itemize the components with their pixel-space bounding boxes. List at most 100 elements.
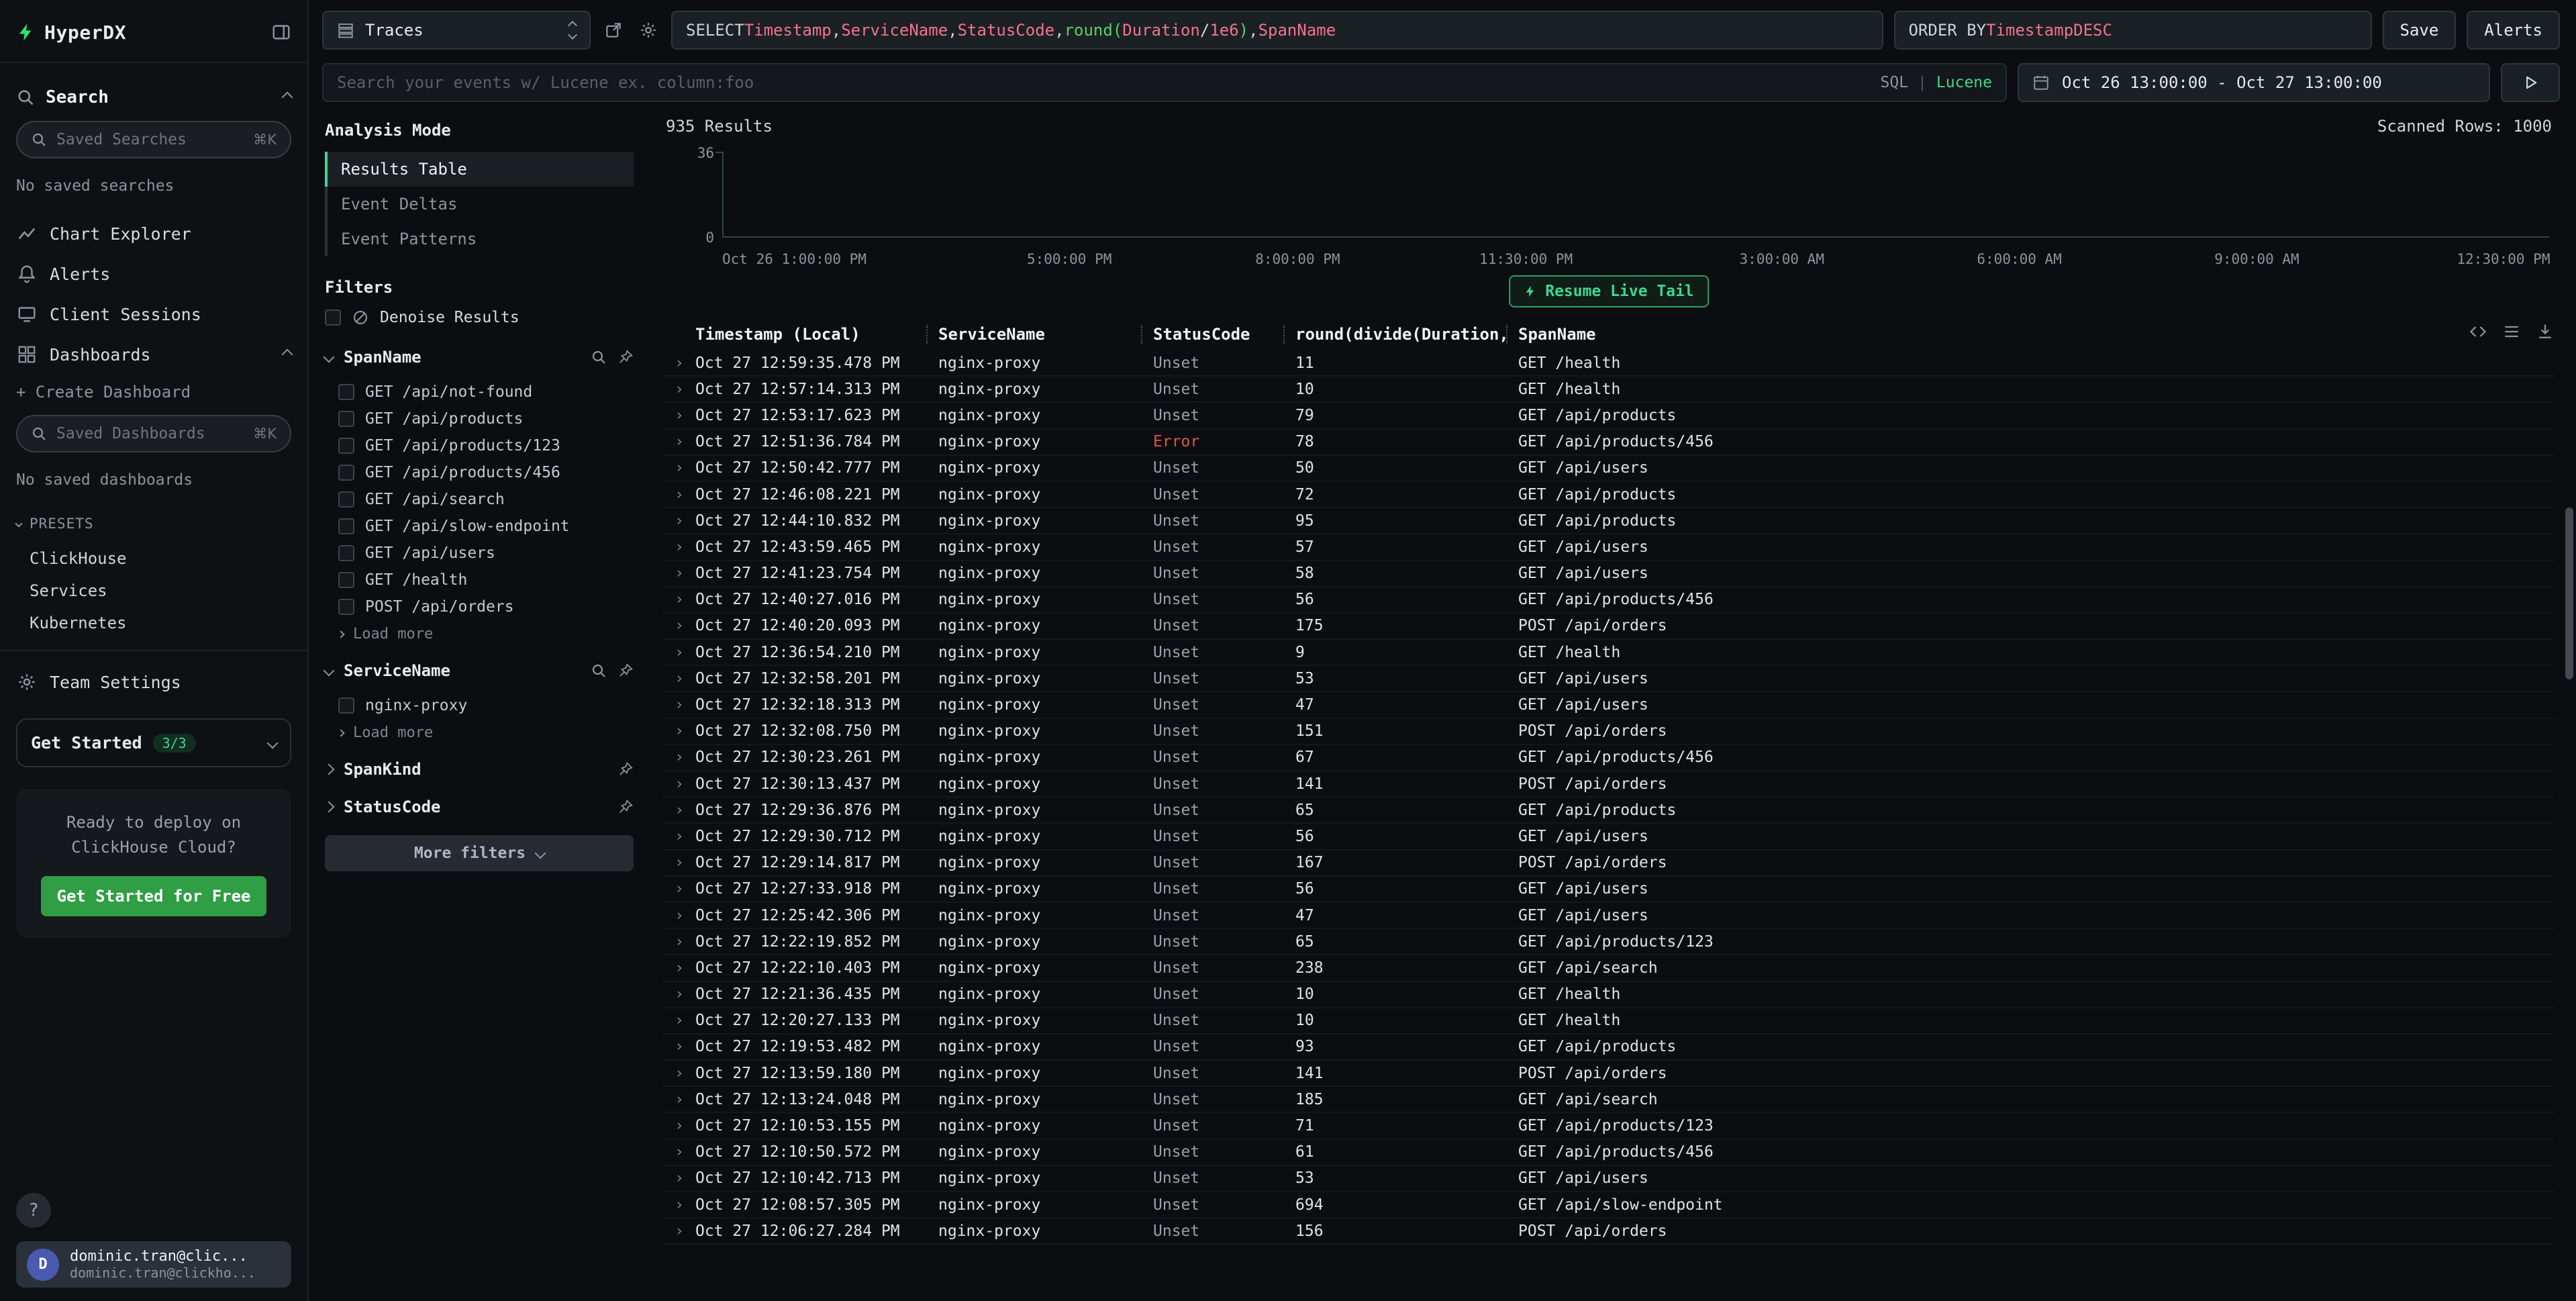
source-select[interactable]: Traces bbox=[322, 11, 591, 50]
table-row[interactable]: ›Oct 27 12:08:57.305 PMnginx-proxyUnset6… bbox=[663, 1192, 2555, 1218]
sidebar-item-search[interactable]: Search bbox=[16, 87, 291, 107]
pin-icon[interactable] bbox=[617, 799, 634, 815]
table-row[interactable]: ›Oct 27 12:53:17.623 PMnginx-proxyUnset7… bbox=[663, 403, 2555, 429]
row-expand-icon[interactable]: › bbox=[663, 1222, 695, 1240]
user-menu[interactable]: D dominic.tran@clic... dominic.tran@clic… bbox=[16, 1241, 291, 1288]
filter-option[interactable]: GET /api/products bbox=[325, 405, 634, 432]
row-expand-icon[interactable]: › bbox=[663, 354, 695, 372]
get-started-free-button[interactable]: Get Started for Free bbox=[41, 876, 267, 916]
table-row[interactable]: ›Oct 27 12:32:08.750 PMnginx-proxyUnset1… bbox=[663, 719, 2555, 745]
table-row[interactable]: ›Oct 27 12:44:10.832 PMnginx-proxyUnset9… bbox=[663, 508, 2555, 534]
column-header-timestamp[interactable]: Timestamp (Local) bbox=[695, 325, 926, 344]
edit-source-button[interactable] bbox=[601, 18, 626, 42]
row-expand-icon[interactable]: › bbox=[663, 670, 695, 687]
filter-group-header-spankind[interactable]: SpanKind bbox=[325, 760, 634, 779]
column-header-duration[interactable]: round(divide(Duration, bbox=[1283, 325, 1506, 344]
row-expand-icon[interactable]: › bbox=[663, 381, 695, 398]
help-button[interactable]: ? bbox=[16, 1193, 51, 1228]
row-expand-icon[interactable]: › bbox=[663, 959, 695, 977]
lang-lucene-toggle[interactable]: Lucene bbox=[1936, 74, 1992, 91]
row-expand-icon[interactable]: › bbox=[663, 933, 695, 951]
table-row[interactable]: ›Oct 27 12:10:53.155 PMnginx-proxyUnset7… bbox=[663, 1113, 2555, 1139]
table-row[interactable]: ›Oct 27 12:41:23.754 PMnginx-proxyUnset5… bbox=[663, 561, 2555, 587]
row-expand-icon[interactable]: › bbox=[663, 1038, 695, 1055]
table-row[interactable]: ›Oct 27 12:20:27.133 PMnginx-proxyUnset1… bbox=[663, 1008, 2555, 1034]
row-expand-icon[interactable]: › bbox=[663, 828, 695, 845]
table-row[interactable]: ›Oct 27 12:46:08.221 PMnginx-proxyUnset7… bbox=[663, 482, 2555, 508]
table-row[interactable]: ›Oct 27 12:57:14.313 PMnginx-proxyUnset1… bbox=[663, 377, 2555, 403]
row-expand-icon[interactable]: › bbox=[663, 459, 695, 477]
load-more-button[interactable]: Load more bbox=[325, 620, 634, 642]
search-icon[interactable] bbox=[591, 663, 607, 679]
sidebar-item-dashboards[interactable]: Dashboards bbox=[16, 334, 291, 375]
table-row[interactable]: ›Oct 27 12:10:50.572 PMnginx-proxyUnset6… bbox=[663, 1140, 2555, 1166]
saved-dashboards-input[interactable]: Saved Dashboards ⌘K bbox=[16, 415, 291, 452]
row-expand-icon[interactable]: › bbox=[663, 1143, 695, 1161]
table-row[interactable]: ›Oct 27 12:19:53.482 PMnginx-proxyUnset9… bbox=[663, 1034, 2555, 1061]
row-expand-icon[interactable]: › bbox=[663, 512, 695, 530]
filter-group-header-statuscode[interactable]: StatusCode bbox=[325, 798, 634, 816]
row-expand-icon[interactable]: › bbox=[663, 722, 695, 740]
analysis-mode-results-table[interactable]: Results Table bbox=[325, 152, 634, 187]
filter-option[interactable]: GET /api/not-found bbox=[325, 379, 634, 405]
save-button[interactable]: Save bbox=[2383, 11, 2457, 50]
table-row[interactable]: ›Oct 27 12:36:54.210 PMnginx-proxyUnset9… bbox=[663, 640, 2555, 666]
lang-sql-toggle[interactable]: SQL bbox=[1881, 74, 1909, 91]
run-query-button[interactable] bbox=[2501, 63, 2560, 102]
analysis-mode-event-deltas[interactable]: Event Deltas bbox=[325, 187, 634, 222]
column-header-servicename[interactable]: ServiceName bbox=[926, 325, 1141, 344]
time-range-picker[interactable]: Oct 26 13:00:00 - Oct 27 13:00:00 bbox=[2018, 63, 2490, 102]
download-icon[interactable] bbox=[2536, 322, 2555, 341]
table-row[interactable]: ›Oct 27 12:27:33.918 PMnginx-proxyUnset5… bbox=[663, 877, 2555, 903]
filter-option[interactable]: GET /api/products/123 bbox=[325, 432, 634, 459]
preset-kubernetes[interactable]: Kubernetes bbox=[16, 607, 291, 639]
filter-group-header-servicename[interactable]: ServiceName bbox=[325, 661, 634, 680]
row-expand-icon[interactable]: › bbox=[663, 644, 695, 661]
order-by-input[interactable]: ORDER BY Timestamp DESC bbox=[1894, 11, 2372, 50]
table-row[interactable]: ›Oct 27 12:43:59.465 PMnginx-proxyUnset5… bbox=[663, 534, 2555, 561]
row-expand-icon[interactable]: › bbox=[663, 407, 695, 424]
sidebar-item-chart-explorer[interactable]: Chart Explorer bbox=[16, 213, 291, 254]
table-row[interactable]: ›Oct 27 12:25:42.306 PMnginx-proxyUnset4… bbox=[663, 903, 2555, 929]
table-row[interactable]: ›Oct 27 12:10:42.713 PMnginx-proxyUnset5… bbox=[663, 1166, 2555, 1192]
row-expand-icon[interactable]: › bbox=[663, 486, 695, 503]
row-expand-icon[interactable]: › bbox=[663, 880, 695, 898]
analysis-mode-event-patterns[interactable]: Event Patterns bbox=[325, 222, 634, 256]
sidebar-item-alerts[interactable]: Alerts bbox=[16, 254, 291, 294]
column-header-spanname[interactable]: SpanName bbox=[1506, 325, 2555, 344]
create-dashboard-button[interactable]: + Create Dashboard bbox=[16, 383, 291, 401]
vertical-scrollbar[interactable] bbox=[2565, 508, 2573, 679]
code-view-icon[interactable] bbox=[2469, 322, 2487, 341]
filter-option[interactable]: GET /health bbox=[325, 567, 634, 593]
table-row[interactable]: ›Oct 27 12:13:24.048 PMnginx-proxyUnset1… bbox=[663, 1087, 2555, 1113]
sidebar-item-team-settings[interactable]: Team Settings bbox=[16, 662, 291, 702]
source-settings-icon[interactable] bbox=[636, 18, 660, 42]
preset-clickhouse[interactable]: ClickHouse bbox=[16, 542, 291, 575]
row-expand-icon[interactable]: › bbox=[663, 591, 695, 608]
filter-group-header-spanname[interactable]: SpanName bbox=[325, 348, 634, 367]
row-expand-icon[interactable]: › bbox=[663, 538, 695, 556]
filter-option[interactable]: nginx-proxy bbox=[325, 692, 634, 719]
event-search-input[interactable]: Search your events w/ Lucene ex. column:… bbox=[322, 63, 2007, 102]
table-row[interactable]: ›Oct 27 12:30:23.261 PMnginx-proxyUnset6… bbox=[663, 745, 2555, 771]
preset-services[interactable]: Services bbox=[16, 575, 291, 607]
row-expand-icon[interactable]: › bbox=[663, 907, 695, 924]
table-row[interactable]: ›Oct 27 12:29:14.817 PMnginx-proxyUnset1… bbox=[663, 851, 2555, 877]
select-clause-input[interactable]: SELECT Timestamp,ServiceName,StatusCode,… bbox=[671, 11, 1883, 50]
table-row[interactable]: ›Oct 27 12:06:27.284 PMnginx-proxyUnset1… bbox=[663, 1218, 2555, 1245]
row-expand-icon[interactable]: › bbox=[663, 1091, 695, 1108]
table-row[interactable]: ›Oct 27 12:29:36.876 PMnginx-proxyUnset6… bbox=[663, 798, 2555, 824]
denoise-results-checkbox[interactable]: Denoise Results bbox=[325, 309, 634, 326]
table-row[interactable]: ›Oct 27 12:22:10.403 PMnginx-proxyUnset2… bbox=[663, 955, 2555, 981]
row-expand-icon[interactable]: › bbox=[663, 1169, 695, 1187]
row-expand-icon[interactable]: › bbox=[663, 775, 695, 793]
search-icon[interactable] bbox=[591, 349, 607, 365]
row-expand-icon[interactable]: › bbox=[663, 565, 695, 582]
table-row[interactable]: ›Oct 27 12:40:27.016 PMnginx-proxyUnset5… bbox=[663, 587, 2555, 614]
row-expand-icon[interactable]: › bbox=[663, 854, 695, 871]
row-expand-icon[interactable]: › bbox=[663, 1012, 695, 1029]
table-row[interactable]: ›Oct 27 12:29:30.712 PMnginx-proxyUnset5… bbox=[663, 824, 2555, 850]
table-row[interactable]: ›Oct 27 12:22:19.852 PMnginx-proxyUnset6… bbox=[663, 929, 2555, 955]
row-expand-icon[interactable]: › bbox=[663, 985, 695, 1003]
filter-option[interactable]: POST /api/orders bbox=[325, 593, 634, 620]
